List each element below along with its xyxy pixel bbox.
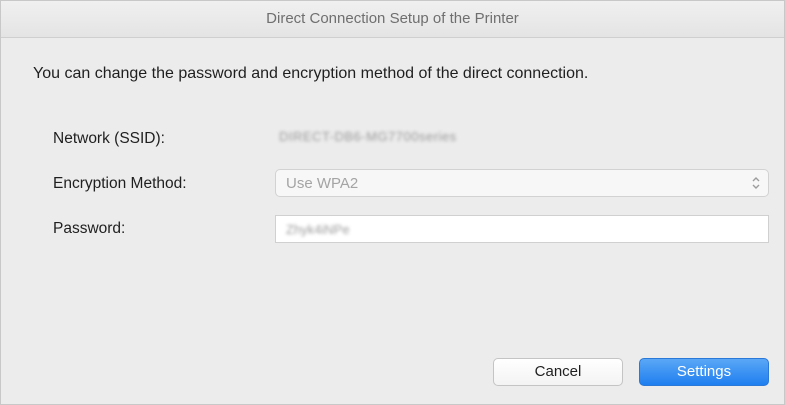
ssid-label: Network (SSID):: [53, 130, 165, 147]
up-down-chevron-icon: [752, 177, 760, 189]
password-label: Password:: [53, 220, 126, 237]
encryption-method-value: Use WPA2: [286, 175, 359, 192]
password-value: Zhyk4iNPe: [286, 222, 350, 237]
window-title: Direct Connection Setup of the Printer: [1, 1, 784, 38]
password-field[interactable]: Zhyk4iNPe: [275, 215, 769, 243]
cancel-button[interactable]: Cancel: [493, 358, 623, 386]
description-text: You can change the password and encrypti…: [33, 65, 589, 82]
ssid-value: DIRECT-DB6-MG7700series: [279, 129, 457, 144]
settings-button[interactable]: Settings: [639, 358, 769, 386]
encryption-method-select[interactable]: Use WPA2: [275, 169, 769, 197]
encryption-method-label: Encryption Method:: [53, 175, 187, 192]
dialog-window: Direct Connection Setup of the Printer Y…: [0, 0, 785, 405]
